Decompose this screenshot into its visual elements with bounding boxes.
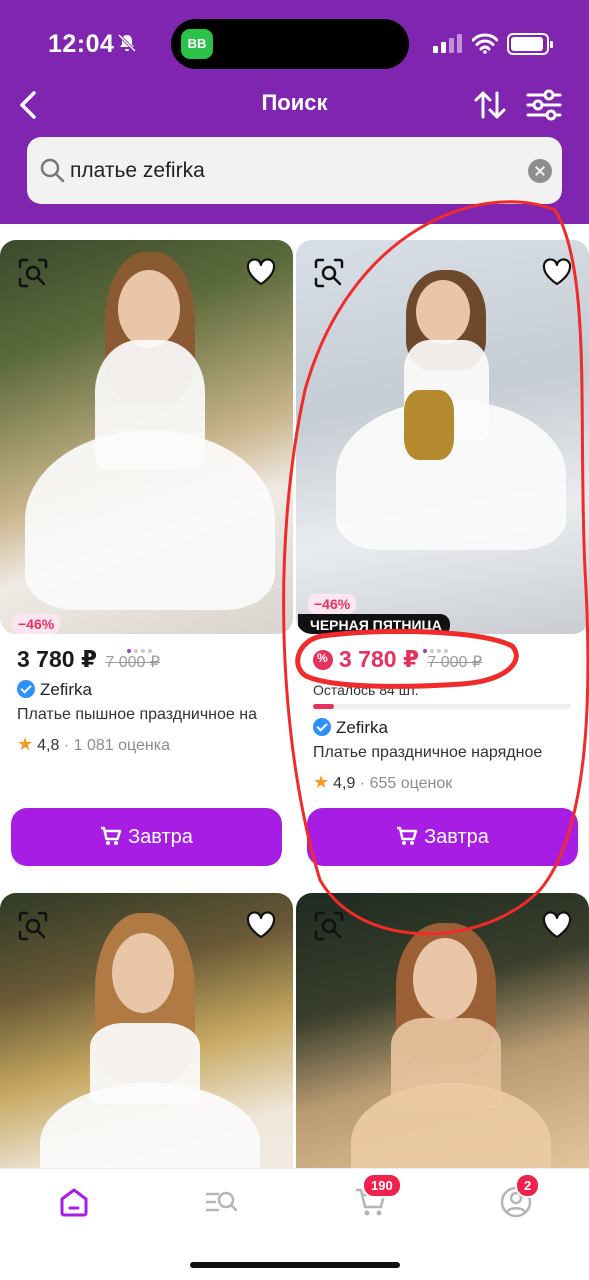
tab-home-icon[interactable] [57,1185,91,1219]
rating-row: ★ 4,9 · 655 оценок [313,772,452,793]
delivery-label: Завтра [424,826,489,848]
verified-icon [17,680,35,698]
wifi-icon [472,33,498,54]
product-title[interactable]: Платье пышное праздничное на [17,706,279,724]
product-image[interactable]: −46% [0,240,293,634]
rating-row: ★ 4,8 · 1 081 оценка [17,734,170,755]
price-row: 3 780 ₽ 7 000 ₽ [313,646,482,673]
favorite-heart-icon[interactable] [246,258,276,286]
dynamic-island: BB [171,19,409,69]
profile-notification-badge: 2 [515,1173,541,1198]
filter-button[interactable] [526,88,562,122]
product-title[interactable]: Платье праздничное нарядное [313,744,575,762]
visual-search-icon[interactable] [314,911,344,941]
clear-search-button[interactable] [528,159,552,183]
image-pagination-dots [423,640,463,653]
app-header: 12:04 BB Поиск платье zefirka [0,0,589,224]
rating-count: · 1 081 оценка [63,737,170,754]
add-to-cart-button[interactable]: Завтра [11,808,282,866]
cart-icon [101,826,122,845]
star-icon: ★ [17,734,34,754]
discount-badge: −46% [12,614,61,634]
favorite-heart-icon[interactable] [246,911,276,939]
add-to-cart-button[interactable]: Завтра [307,808,578,866]
old-price: 7 000 ₽ [105,654,161,671]
rating-value: 4,9 [333,775,356,792]
price-row: 3 780 ₽ 7 000 ₽ [17,646,160,673]
sort-button[interactable] [473,88,507,122]
tab-catalog-icon[interactable] [204,1185,238,1219]
product-image[interactable] [0,893,293,1168]
stock-remaining: Осталось 84 шт. [313,682,419,698]
product-image[interactable] [296,893,589,1168]
rating-value: 4,8 [37,737,60,754]
home-indicator [190,1262,400,1268]
brand-row[interactable]: Zefirka [17,680,92,700]
brand-row[interactable]: Zefirka [313,718,388,738]
app-badge: BB [181,29,213,59]
promo-percent-icon [313,650,333,670]
favorite-heart-icon[interactable] [542,911,572,939]
visual-search-icon[interactable] [18,258,48,288]
current-price: 3 780 ₽ [17,646,97,672]
star-icon: ★ [313,772,330,792]
status-time: 12:04 [48,30,115,58]
discount-badge: −46% [308,594,357,614]
visual-search-icon[interactable] [18,911,48,941]
search-input[interactable]: платье zefirka [70,159,205,183]
bell-muted-icon [117,33,137,53]
battery-icon [507,33,553,55]
black-friday-label: ЧЕРНАЯ ПЯТНИЦА [298,614,450,634]
brand-name: Zefirka [336,718,388,737]
delivery-label: Завтра [128,826,193,848]
image-pagination-dots [127,640,167,653]
product-card[interactable]: −46% 3 780 ₽ 7 000 ₽ Zefirka Платье пышн… [0,240,293,880]
verified-icon [313,718,331,736]
cart-icon [397,826,418,845]
old-price: 7 000 ₽ [427,654,483,671]
current-price: 3 780 ₽ [339,646,419,672]
product-image[interactable]: −46% ЧЕРНАЯ ПЯТНИЦА [296,240,589,634]
favorite-heart-icon[interactable] [542,258,572,286]
product-card[interactable]: −46% ЧЕРНАЯ ПЯТНИЦА 3 780 ₽ 7 000 ₽ Оста… [296,240,589,880]
product-card[interactable] [296,893,589,1168]
search-icon [40,158,65,183]
status-bar: 12:04 BB [0,0,589,86]
tab-cart[interactable]: 190 [354,1173,402,1219]
signal-icon [433,34,462,53]
brand-name: Zefirka [40,680,92,699]
visual-search-icon[interactable] [314,258,344,288]
stock-progress-bar [313,704,571,709]
search-bar[interactable]: платье zefirka [27,137,562,204]
cart-count-badge: 190 [362,1173,402,1198]
tab-profile[interactable]: 2 [499,1173,541,1219]
rating-count: · 655 оценок [359,775,453,792]
product-card[interactable] [0,893,293,1168]
